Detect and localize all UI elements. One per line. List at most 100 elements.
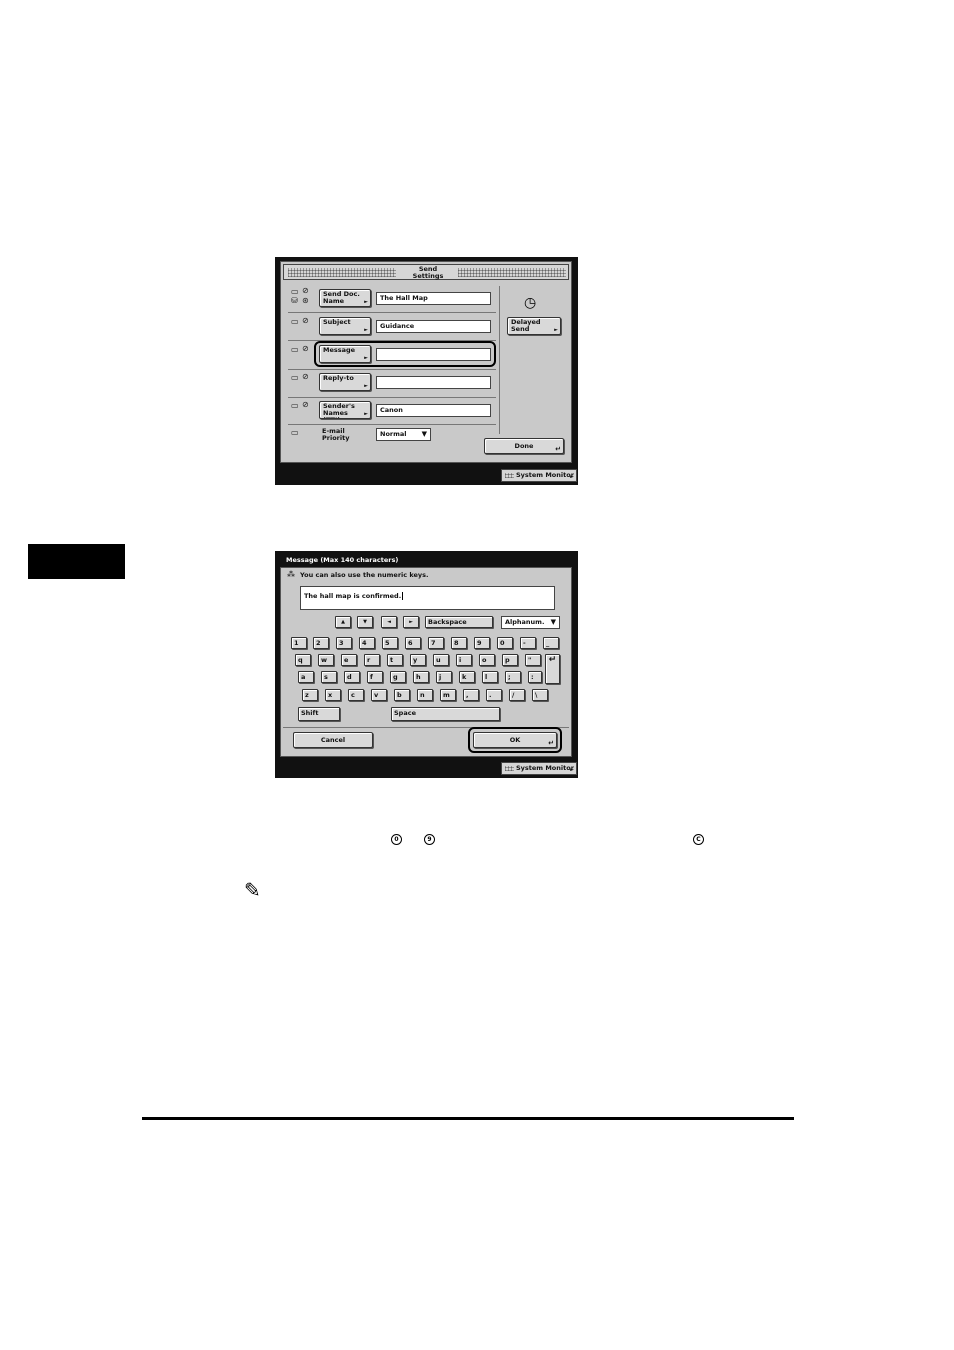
arrow-icon: ► (364, 383, 368, 389)
key[interactable]: 7 (428, 637, 444, 649)
mail-icon: ▭ (291, 345, 299, 354)
key[interactable]: r (364, 654, 380, 666)
arrow-icon: ► (570, 474, 574, 480)
message-field[interactable] (376, 348, 491, 361)
key[interactable]: 4 (359, 637, 375, 649)
key[interactable]: y (410, 654, 426, 666)
key[interactable]: i (456, 654, 472, 666)
key[interactable]: : (528, 671, 542, 683)
key[interactable]: 5 (382, 637, 398, 649)
column-divider (499, 286, 500, 434)
key[interactable]: f (367, 671, 383, 683)
ok-button[interactable]: OK ↵ (473, 732, 557, 748)
title-pattern-left (288, 268, 396, 277)
mode-select[interactable]: Alphanum. ▼ (501, 616, 560, 629)
message-input[interactable]: The hall map is confirmed. (300, 586, 555, 610)
key[interactable]: p (502, 654, 518, 666)
dropdown-icon: ▼ (550, 618, 556, 626)
arrow-icon: ► (364, 355, 368, 361)
key[interactable]: j (436, 671, 452, 683)
key[interactable]: d (344, 671, 360, 683)
cursor-down-key[interactable]: ▼ (357, 616, 373, 628)
key[interactable]: k (459, 671, 475, 683)
key[interactable]: h (413, 671, 429, 683)
key[interactable]: c (348, 689, 364, 701)
key-symbol-0: 0 (391, 834, 402, 845)
priority-select[interactable]: Normal ▼ (376, 428, 431, 441)
arrow-icon: ► (364, 411, 368, 417)
clock-icon: ◷ (524, 295, 537, 311)
key[interactable]: " (525, 654, 541, 666)
key[interactable]: q (295, 654, 311, 666)
keyboard-panel: ⁂ You can also use the numeric keys. The… (280, 567, 572, 757)
system-monitor-button[interactable]: System Monitor ► (501, 469, 577, 482)
key-symbol-clear: C (693, 834, 704, 845)
pencil-icon: ✎ (244, 878, 261, 902)
key[interactable]: 2 (313, 637, 329, 649)
delayed-send-button[interactable]: Delayed Send ► (507, 317, 561, 335)
key[interactable]: v (371, 689, 387, 701)
key[interactable]: s (321, 671, 337, 683)
key[interactable]: , (463, 689, 479, 701)
key[interactable]: w (318, 654, 334, 666)
enter-key[interactable]: ↵ (545, 654, 560, 684)
key-symbol-9: 9 (424, 834, 435, 845)
key[interactable]: \ (532, 689, 548, 701)
shift-key[interactable]: Shift (298, 707, 340, 721)
space-key[interactable]: Space (391, 707, 500, 721)
key[interactable]: u (433, 654, 449, 666)
fax-icon: ⊘ (302, 286, 309, 295)
cursor-right-key[interactable]: ► (403, 616, 419, 628)
key[interactable]: 0 (497, 637, 513, 649)
key[interactable]: 9 (474, 637, 490, 649)
db-icon: ⊛ (302, 296, 309, 305)
key[interactable]: x (325, 689, 341, 701)
row-divider (288, 369, 496, 370)
message-button[interactable]: Message ► (319, 345, 371, 363)
keypad-icon: ⁂ (287, 570, 295, 579)
key[interactable]: n (417, 689, 433, 701)
backspace-key[interactable]: Backspace (425, 616, 493, 628)
arrow-icon: ► (364, 299, 368, 305)
bottom-rule (142, 1117, 794, 1120)
subject-field[interactable]: Guidance (376, 320, 491, 333)
monitor-pattern (505, 473, 514, 478)
key[interactable]: 6 (405, 637, 421, 649)
senders-names-field[interactable]: Canon (376, 404, 491, 417)
chapter-tab (28, 544, 125, 579)
key[interactable]: 3 (336, 637, 352, 649)
key[interactable]: - (520, 637, 536, 649)
mail-icon: ▭ (291, 401, 299, 410)
key[interactable]: t (387, 654, 403, 666)
reply-to-button[interactable]: Reply-to ► (319, 373, 371, 391)
key[interactable]: a (298, 671, 314, 683)
key[interactable]: / (509, 689, 525, 701)
key[interactable]: o (479, 654, 495, 666)
row-divider (288, 312, 496, 313)
subject-button[interactable]: Subject ► (319, 317, 371, 335)
key[interactable]: . (486, 689, 502, 701)
key[interactable]: e (341, 654, 357, 666)
cancel-button[interactable]: Cancel (293, 732, 373, 748)
send-doc-name-field[interactable]: The Hall Map (376, 292, 491, 305)
key[interactable]: z (302, 689, 318, 701)
key[interactable]: b (394, 689, 410, 701)
system-monitor-button[interactable]: System Monitor ► (501, 762, 577, 775)
cursor-up-key[interactable]: ▲ (335, 616, 351, 628)
key[interactable]: 1 (291, 637, 307, 649)
dropdown-icon: ▼ (421, 430, 427, 438)
row-divider (288, 397, 496, 398)
send-doc-name-button[interactable]: Send Doc. Name ► (319, 289, 371, 307)
row-divider (288, 424, 496, 425)
key[interactable]: m (440, 689, 456, 701)
key[interactable]: ; (505, 671, 521, 683)
screen-title: Send Settings (412, 265, 444, 280)
done-button[interactable]: Done ↵ (484, 438, 564, 454)
key[interactable]: l (482, 671, 498, 683)
senders-names-button[interactable]: Sender's Names (TTI)► (319, 401, 371, 419)
key[interactable]: _ (543, 637, 559, 649)
key[interactable]: g (390, 671, 406, 683)
reply-to-field[interactable] (376, 376, 491, 389)
cursor-left-key[interactable]: ◄ (381, 616, 397, 628)
key[interactable]: 8 (451, 637, 467, 649)
